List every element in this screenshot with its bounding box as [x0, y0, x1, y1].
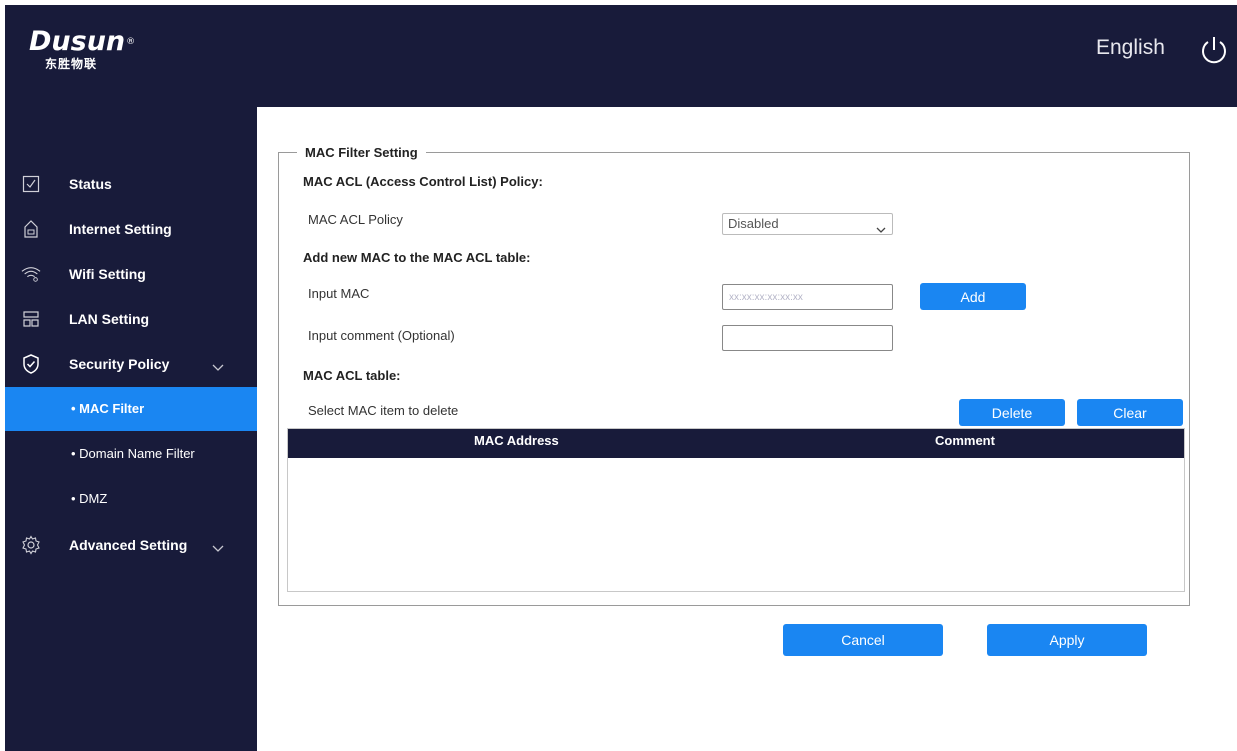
apply-button[interactable]: Apply: [987, 624, 1147, 656]
sidebar-subitem-dmz[interactable]: • DMZ: [5, 477, 257, 521]
lan-icon: [21, 309, 41, 329]
sidebar-subitem-label: • Domain Name Filter: [71, 446, 195, 461]
router-icon: [21, 219, 41, 239]
sidebar-item-label: LAN Setting: [69, 311, 150, 327]
main-content: MAC Filter Setting MAC ACL (Access Contr…: [257, 107, 1237, 751]
policy-label: MAC ACL Policy: [308, 212, 403, 227]
language-selector[interactable]: English: [1096, 36, 1165, 60]
chevron-down-icon: [211, 359, 225, 371]
gear-icon: [21, 535, 41, 555]
table-header: MAC Address Comment: [288, 429, 1184, 458]
sidebar-item-lan-setting[interactable]: LAN Setting: [5, 299, 257, 339]
sidebar-item-label: Security Policy: [69, 356, 170, 372]
select-delete-label: Select MAC item to delete: [308, 403, 459, 418]
policy-select-value: Disabled: [728, 216, 779, 231]
fieldset-legend: MAC Filter Setting: [297, 145, 426, 160]
comment-input[interactable]: [722, 325, 893, 351]
sidebar-item-status[interactable]: Status: [5, 164, 257, 204]
delete-button[interactable]: Delete: [959, 399, 1065, 426]
shield-icon: [21, 354, 41, 374]
mac-acl-table: MAC Address Comment: [287, 428, 1185, 592]
chevron-down-icon: [211, 540, 225, 552]
sidebar-item-security-policy[interactable]: Security Policy: [5, 344, 257, 384]
mac-input[interactable]: [722, 284, 893, 310]
power-icon[interactable]: [1198, 34, 1230, 66]
add-button[interactable]: Add: [920, 283, 1026, 310]
logo-registered-mark: ®: [126, 37, 136, 47]
sidebar-item-advanced-setting[interactable]: Advanced Setting: [5, 525, 257, 565]
brand-logo: Dusun ® 东胜物联: [29, 26, 135, 72]
mac-filter-fieldset: MAC Filter Setting MAC ACL (Access Contr…: [278, 145, 1190, 606]
top-header: Dusun ® 东胜物联 English: [5, 5, 1237, 107]
add-section-title: Add new MAC to the MAC ACL table:: [303, 250, 531, 265]
policy-section-title: MAC ACL (Access Control List) Policy:: [303, 174, 543, 189]
policy-select[interactable]: Disabled: [722, 213, 893, 235]
input-mac-label: Input MAC: [308, 286, 370, 301]
column-header-mac-address: MAC Address: [474, 433, 559, 448]
router-admin-app: Dusun ® 东胜物联 English Status Internet Sett…: [0, 0, 1237, 751]
logo-text: Dusun: [29, 26, 126, 57]
logo-subtitle: 东胜物联: [45, 57, 98, 71]
sidebar-item-label: Status: [69, 176, 112, 192]
sidebar-item-internet-setting[interactable]: Internet Setting: [5, 209, 257, 249]
clear-button[interactable]: Clear: [1077, 399, 1183, 426]
sidebar-nav: Status Internet Setting Wifi Setting LAN…: [5, 107, 257, 751]
table-section-title: MAC ACL table:: [303, 368, 401, 383]
sidebar-subitem-label: • DMZ: [71, 491, 108, 506]
chevron-down-icon: [876, 220, 886, 233]
sidebar-subitem-domain-name-filter[interactable]: • Domain Name Filter: [5, 432, 257, 476]
wifi-icon: [21, 264, 41, 284]
sidebar-subitem-label: • MAC Filter: [71, 401, 145, 416]
cancel-button[interactable]: Cancel: [783, 624, 943, 656]
sidebar-item-label: Advanced Setting: [69, 537, 188, 553]
sidebar-item-label: Internet Setting: [69, 221, 172, 237]
input-comment-label: Input comment (Optional): [308, 328, 455, 343]
sidebar-item-wifi-setting[interactable]: Wifi Setting: [5, 254, 257, 294]
sidebar-subitem-mac-filter[interactable]: • MAC Filter: [5, 387, 257, 431]
sidebar-item-label: Wifi Setting: [69, 266, 146, 282]
column-header-comment: Comment: [935, 433, 995, 448]
status-icon: [21, 174, 41, 194]
